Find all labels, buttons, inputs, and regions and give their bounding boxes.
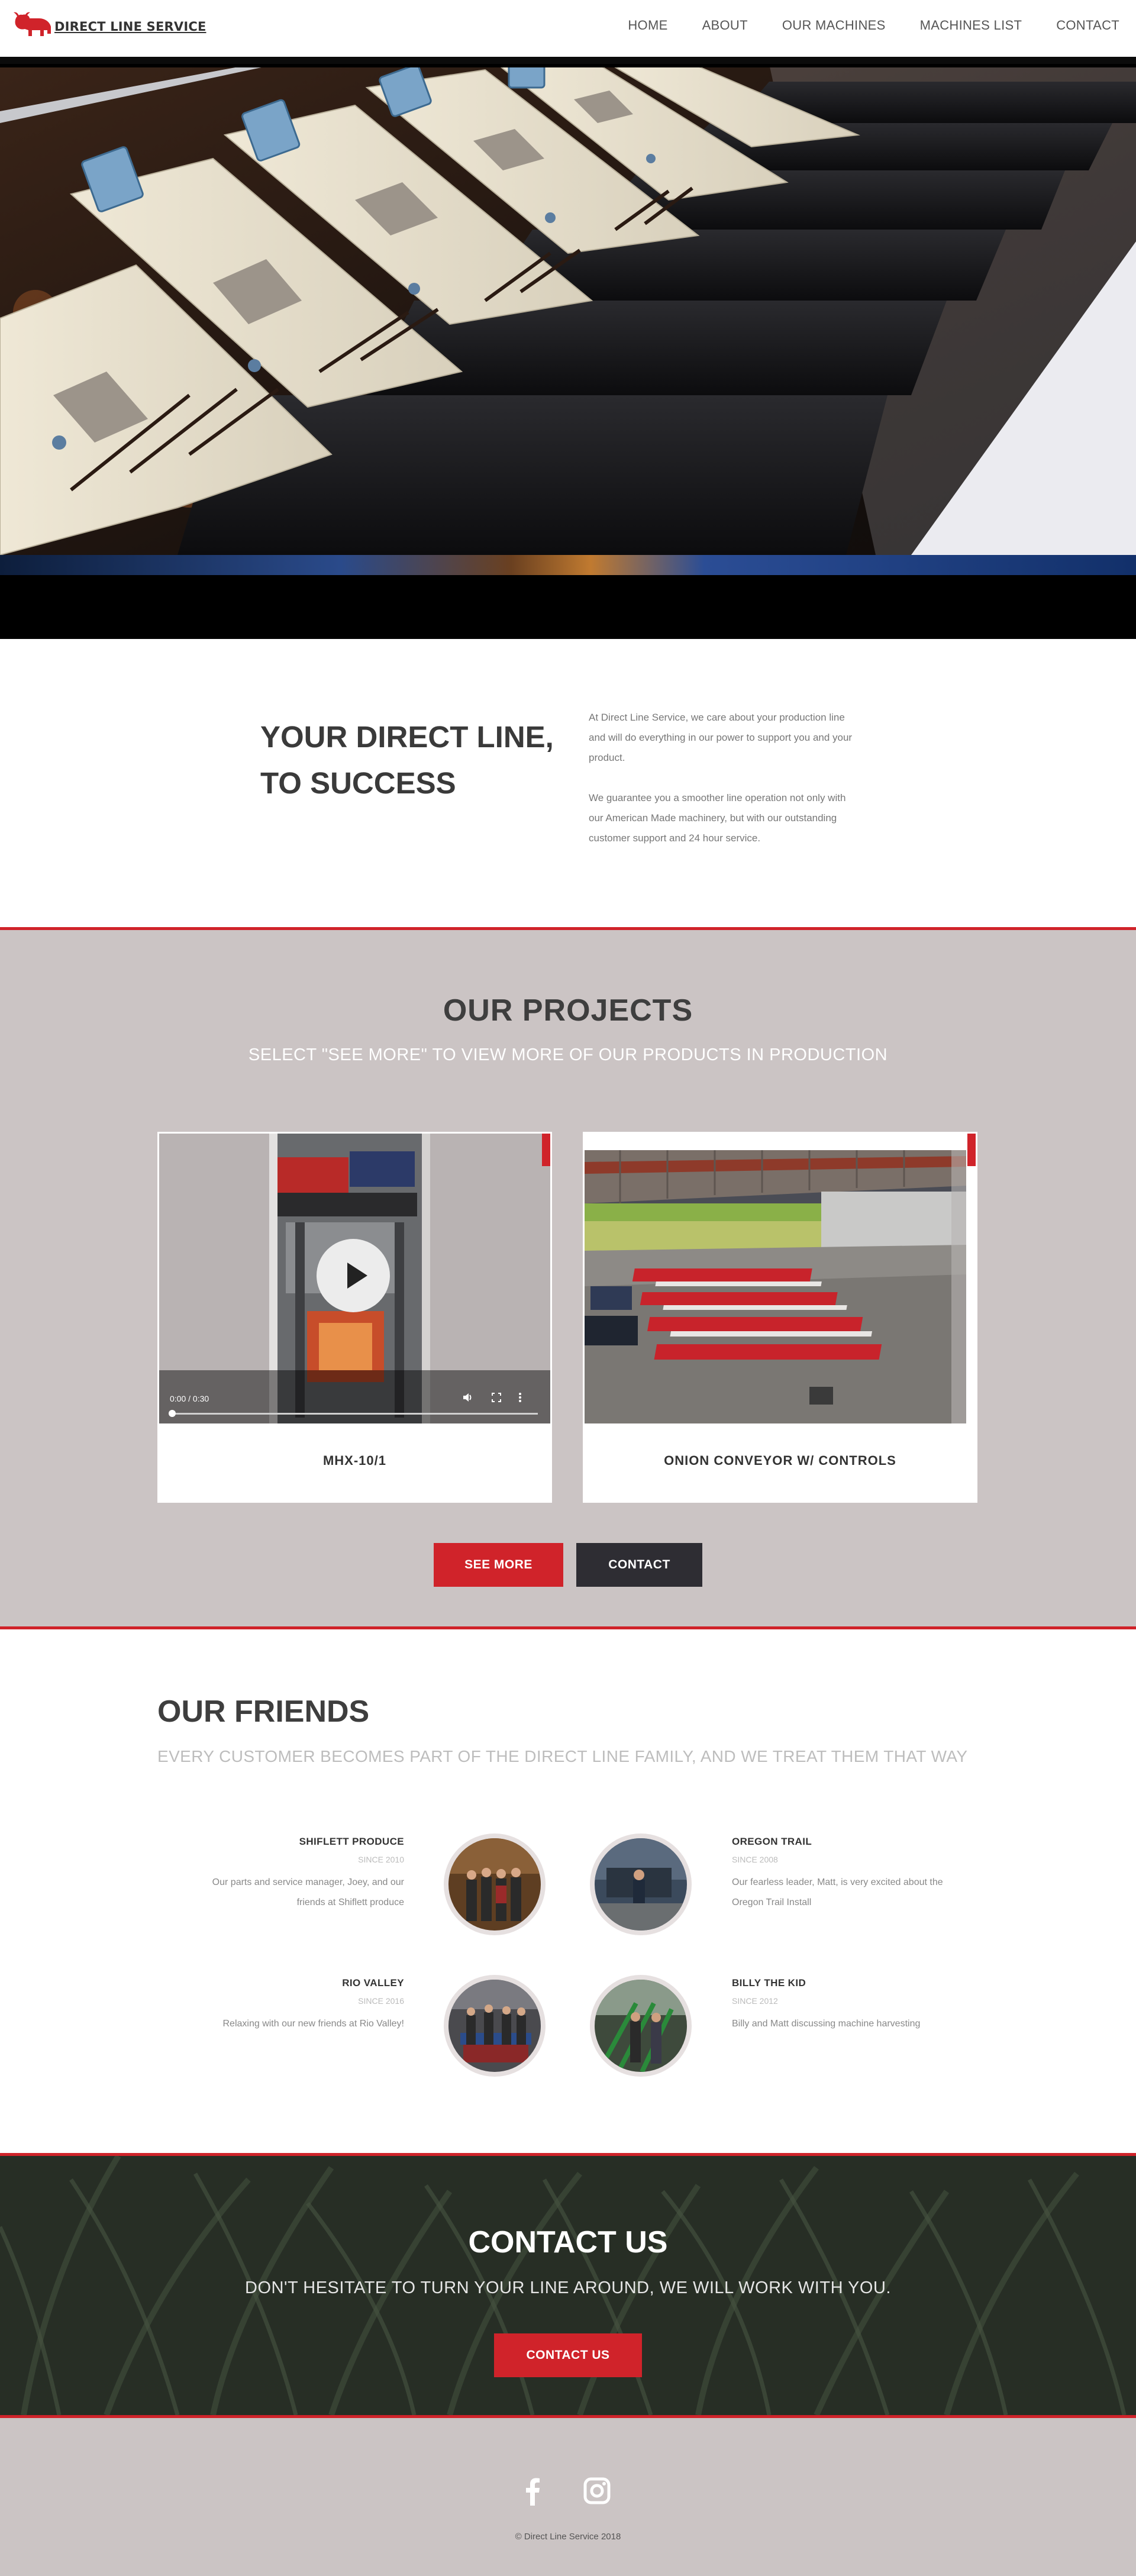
intro-paragraph-2: We guarantee you a smoother line operati… bbox=[589, 788, 885, 848]
nav-machines-list[interactable]: MACHINES LIST bbox=[920, 18, 1022, 33]
play-button[interactable] bbox=[317, 1239, 390, 1312]
friend-billy-the-kid: BILLY THE KID SINCE 2012 Billy and Matt … bbox=[732, 1977, 1028, 2034]
video-progress-handle[interactable] bbox=[169, 1410, 176, 1417]
friend-name: BILLY THE KID bbox=[732, 1977, 806, 1989]
project-card-mhx: 0:00 / 0:30 MHX-10/1 bbox=[157, 1132, 552, 1503]
copyright-text: © Direct Line Service 2018 bbox=[515, 2532, 621, 2542]
volume-icon[interactable] bbox=[462, 1392, 474, 1403]
friend-description: Relaxing with our new friends at Rio Val… bbox=[108, 2014, 404, 2034]
hero-dark-strip bbox=[0, 575, 1136, 639]
logo-link[interactable]: DIRECT LINE SERVICE bbox=[12, 6, 206, 47]
video-time: 0:00 / 0:30 bbox=[170, 1394, 209, 1403]
friend-oregon-trail: OREGON TRAIL SINCE 2008 Our fearless lea… bbox=[732, 1836, 1028, 1913]
friend-since: SINCE 2012 bbox=[732, 1996, 778, 2006]
hero-top-border bbox=[0, 57, 1136, 64]
intro-paragraph-2-line: our American Made machinery, but with ou… bbox=[589, 812, 837, 824]
card-accent-flag bbox=[542, 1134, 550, 1166]
friend-description-line: Our parts and service manager, Joey, and… bbox=[212, 1877, 404, 1887]
hero-image bbox=[0, 64, 1136, 555]
intro-paragraph-1-line: At Direct Line Service, we care about yo… bbox=[589, 712, 845, 723]
intro-heading: YOUR DIRECT LINE, TO SUCCESS bbox=[260, 708, 568, 813]
project-video-player[interactable]: 0:00 / 0:30 bbox=[159, 1134, 550, 1423]
intro-paragraph-1: At Direct Line Service, we care about yo… bbox=[589, 708, 885, 768]
contact-title: CONTACT US bbox=[468, 2225, 668, 2259]
project-card-onion-conveyor[interactable]: ONION CONVEYOR W/ CONTROLS bbox=[583, 1132, 977, 1503]
contact-us-button[interactable]: CONTACT US bbox=[494, 2333, 642, 2377]
friend-description: Our parts and service manager, Joey, and… bbox=[108, 1873, 404, 1913]
friend-since: SINCE 2016 bbox=[358, 1996, 404, 2006]
nav-home[interactable]: HOME bbox=[628, 18, 667, 33]
friend-avatar-shiflett bbox=[444, 1833, 546, 1935]
friend-description-line: friends at Shiflett produce bbox=[296, 1897, 404, 1907]
friend-name: OREGON TRAIL bbox=[732, 1836, 812, 1847]
project-card-label: ONION CONVEYOR W/ CONTROLS bbox=[664, 1453, 896, 1468]
fullscreen-icon[interactable] bbox=[490, 1392, 502, 1403]
nav-our-machines[interactable]: OUR MACHINES bbox=[782, 18, 886, 33]
friend-description-line: Oregon Trail Install bbox=[732, 1897, 812, 1907]
friends-subtitle: EVERY CUSTOMER BECOMES PART OF THE DIREC… bbox=[157, 1747, 968, 1765]
friend-avatar-oregon-trail bbox=[590, 1833, 692, 1935]
friend-description-line: Relaxing with our new friends at Rio Val… bbox=[222, 2019, 404, 2029]
projects-contact-button[interactable]: CONTACT bbox=[576, 1543, 702, 1587]
projects-subtitle: SELECT "SEE MORE" TO VIEW MORE OF OUR PR… bbox=[248, 1045, 888, 1064]
intro-paragraph-1-line: product. bbox=[589, 752, 625, 763]
nav-contact[interactable]: CONTACT bbox=[1056, 18, 1119, 33]
contact-subtitle: DON'T HESITATE TO TURN YOUR LINE AROUND,… bbox=[245, 2278, 891, 2297]
instagram-icon[interactable] bbox=[583, 2477, 611, 2504]
friend-name: RIO VALLEY bbox=[342, 1977, 404, 1989]
nav-about[interactable]: ABOUT bbox=[702, 18, 748, 33]
friend-shiflett-produce: SHIFLETT PRODUCE SINCE 2010 Our parts an… bbox=[108, 1836, 404, 1913]
friends-title: OUR FRIENDS bbox=[157, 1694, 370, 1729]
friend-description: Billy and Matt discussing machine harves… bbox=[732, 2014, 1028, 2034]
friend-description-line: Our fearless leader, Matt, is very excit… bbox=[732, 1877, 943, 1887]
see-more-button[interactable]: SEE MORE bbox=[434, 1543, 563, 1587]
facebook-icon[interactable] bbox=[521, 2476, 544, 2506]
intro-paragraph-2-line: customer support and 24 hour service. bbox=[589, 832, 761, 844]
friend-description-line: Billy and Matt discussing machine harves… bbox=[732, 2019, 921, 2029]
main-menu: HOME ABOUT OUR MACHINES MACHINES LIST CO… bbox=[593, 18, 1119, 33]
play-icon bbox=[347, 1263, 367, 1289]
logo-text: DIRECT LINE SERVICE bbox=[54, 20, 206, 34]
friend-since: SINCE 2010 bbox=[358, 1855, 404, 1864]
friend-avatar-rio-valley bbox=[444, 1975, 546, 2077]
video-progress-track[interactable] bbox=[171, 1413, 538, 1415]
project-photo bbox=[585, 1134, 976, 1423]
friend-rio-valley: RIO VALLEY SINCE 2016 Relaxing with our … bbox=[108, 1977, 404, 2034]
intro-paragraph-1-line: and will do everything in our power to s… bbox=[589, 732, 853, 743]
friend-description: Our fearless leader, Matt, is very excit… bbox=[732, 1873, 1028, 1913]
friend-name: SHIFLETT PRODUCE bbox=[299, 1836, 404, 1847]
top-navbar: DIRECT LINE SERVICE HOME ABOUT OUR MACHI… bbox=[0, 0, 1136, 57]
card-accent-flag bbox=[967, 1134, 976, 1166]
contact-section: CONTACT US DON'T HESITATE TO TURN YOUR L… bbox=[0, 2153, 1136, 2418]
footer: © Direct Line Service 2018 bbox=[0, 2418, 1136, 2576]
hero-color-band bbox=[0, 555, 1136, 575]
projects-title: OUR PROJECTS bbox=[443, 993, 693, 1028]
more-options-icon[interactable] bbox=[517, 1392, 524, 1403]
bull-logo-icon bbox=[14, 12, 51, 37]
intro-paragraph-2-line: We guarantee you a smoother line operati… bbox=[589, 792, 846, 803]
project-card-label: MHX-10/1 bbox=[322, 1453, 387, 1468]
friend-since: SINCE 2008 bbox=[732, 1855, 778, 1864]
friend-avatar-billy-the-kid bbox=[590, 1975, 692, 2077]
